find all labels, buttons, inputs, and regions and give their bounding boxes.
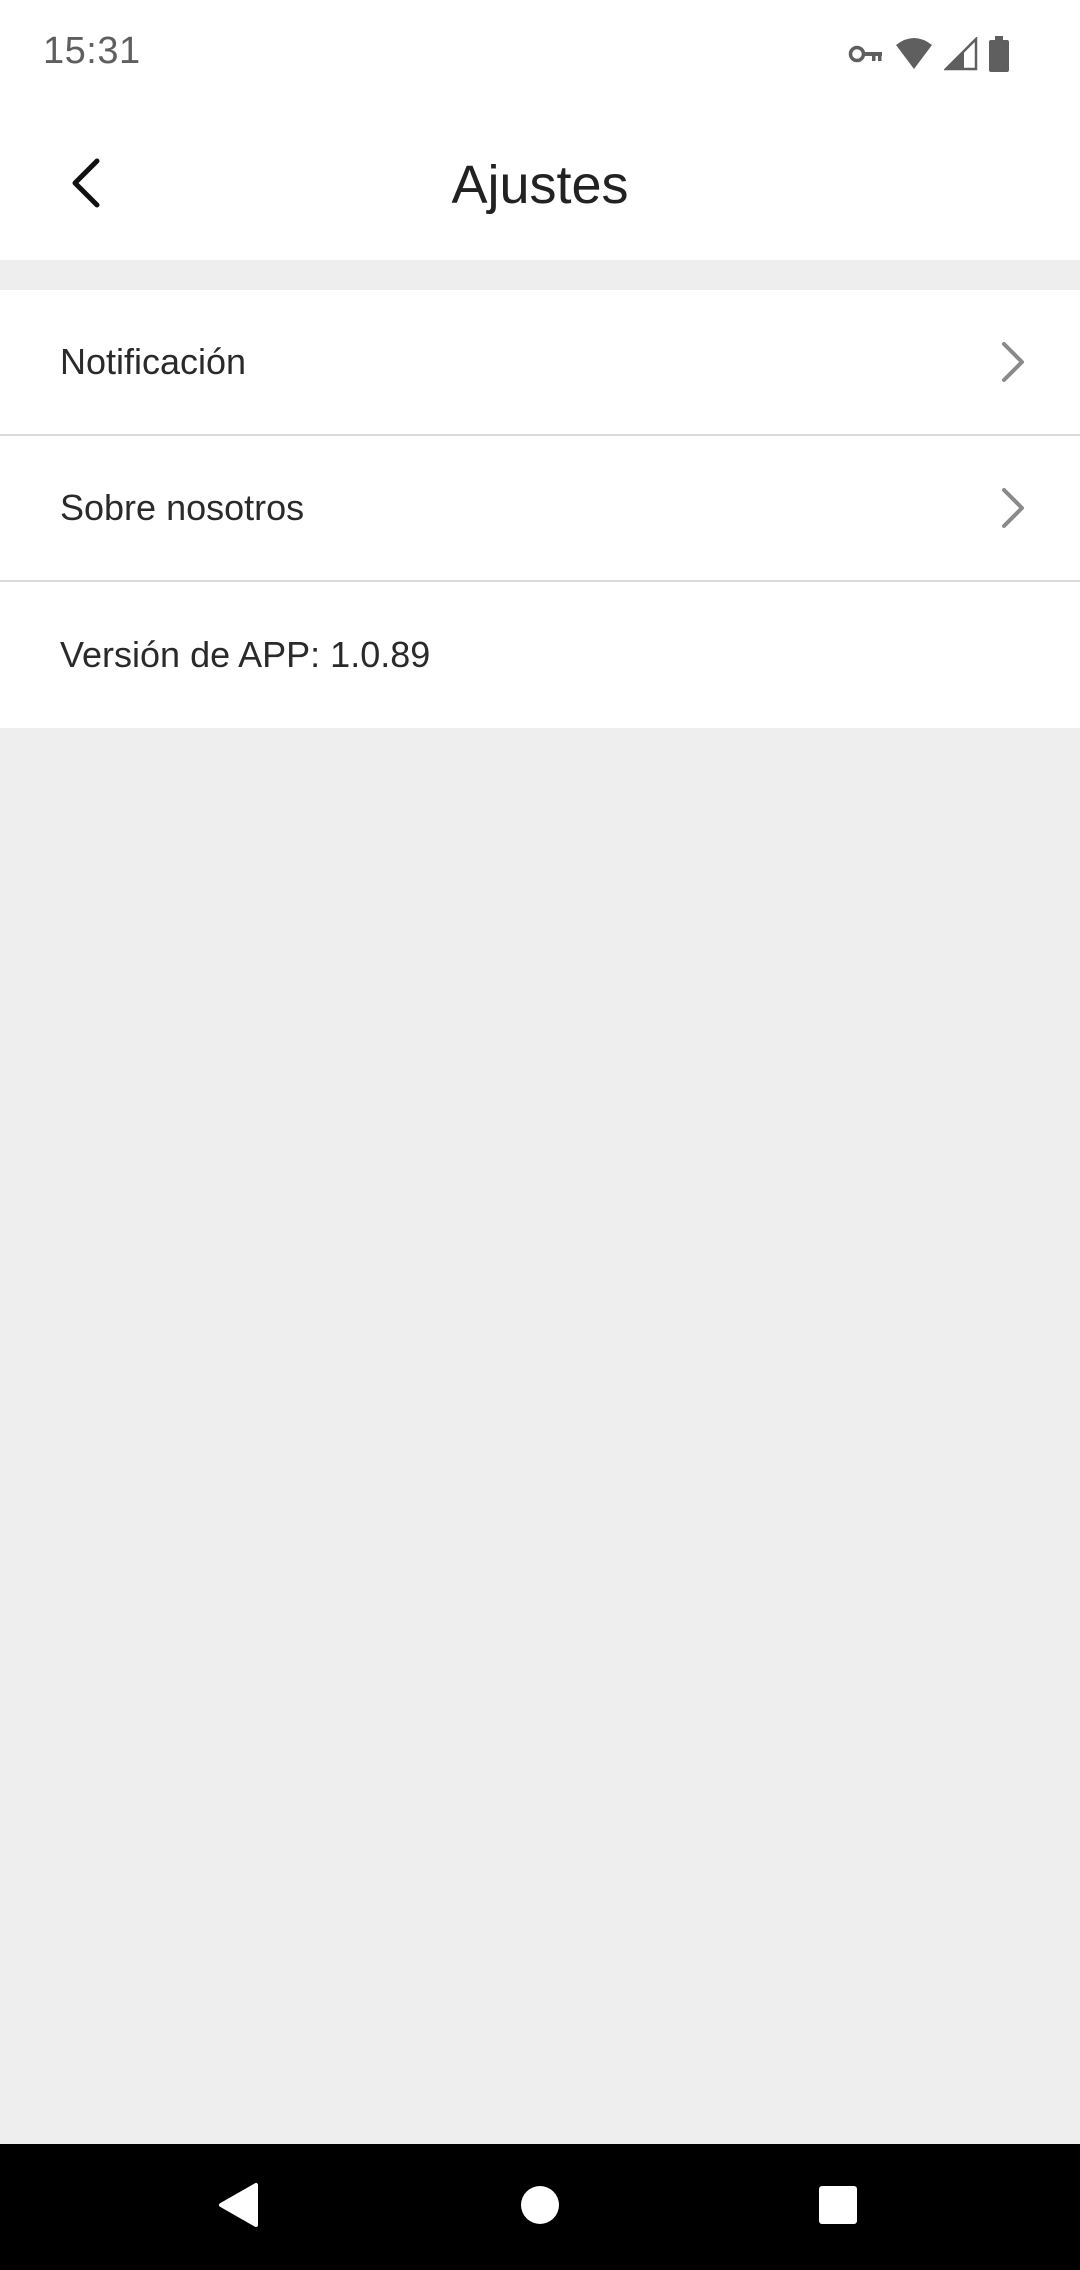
- vpn-key-icon: [848, 42, 884, 66]
- recents-square-icon: [818, 2185, 858, 2230]
- nav-back-button[interactable]: [208, 2177, 268, 2237]
- page-title: Ajustes: [451, 155, 629, 215]
- status-bar: 15:31: [0, 0, 1080, 110]
- app-version-label: Versión de APP: 1.0.89: [60, 634, 431, 675]
- wifi-icon: [894, 37, 934, 71]
- about-us-setting-label: Sobre nosotros: [60, 487, 305, 528]
- app-version-item: Versión de APP: 1.0.89: [0, 582, 1080, 728]
- status-icons: [848, 34, 1010, 74]
- app-bar: Ajustes: [0, 110, 1080, 260]
- notification-setting-label: Notificación: [60, 341, 247, 382]
- battery-icon: [988, 36, 1010, 72]
- notification-setting-item[interactable]: Notificación: [0, 290, 1080, 436]
- chevron-right-icon: [998, 340, 1028, 384]
- home-circle-icon: [519, 2184, 561, 2231]
- about-us-setting-item[interactable]: Sobre nosotros: [0, 436, 1080, 582]
- nav-recents-button[interactable]: [808, 2177, 868, 2237]
- cellular-signal-icon: [944, 37, 978, 71]
- chevron-right-icon: [998, 486, 1028, 530]
- settings-list: Notificación Sobre nosotros Versión de A…: [0, 290, 1080, 728]
- nav-home-button[interactable]: [510, 2177, 570, 2237]
- back-triangle-icon: [216, 2182, 260, 2233]
- system-navigation-bar: [0, 2144, 1080, 2270]
- status-time: 15:31: [43, 30, 141, 72]
